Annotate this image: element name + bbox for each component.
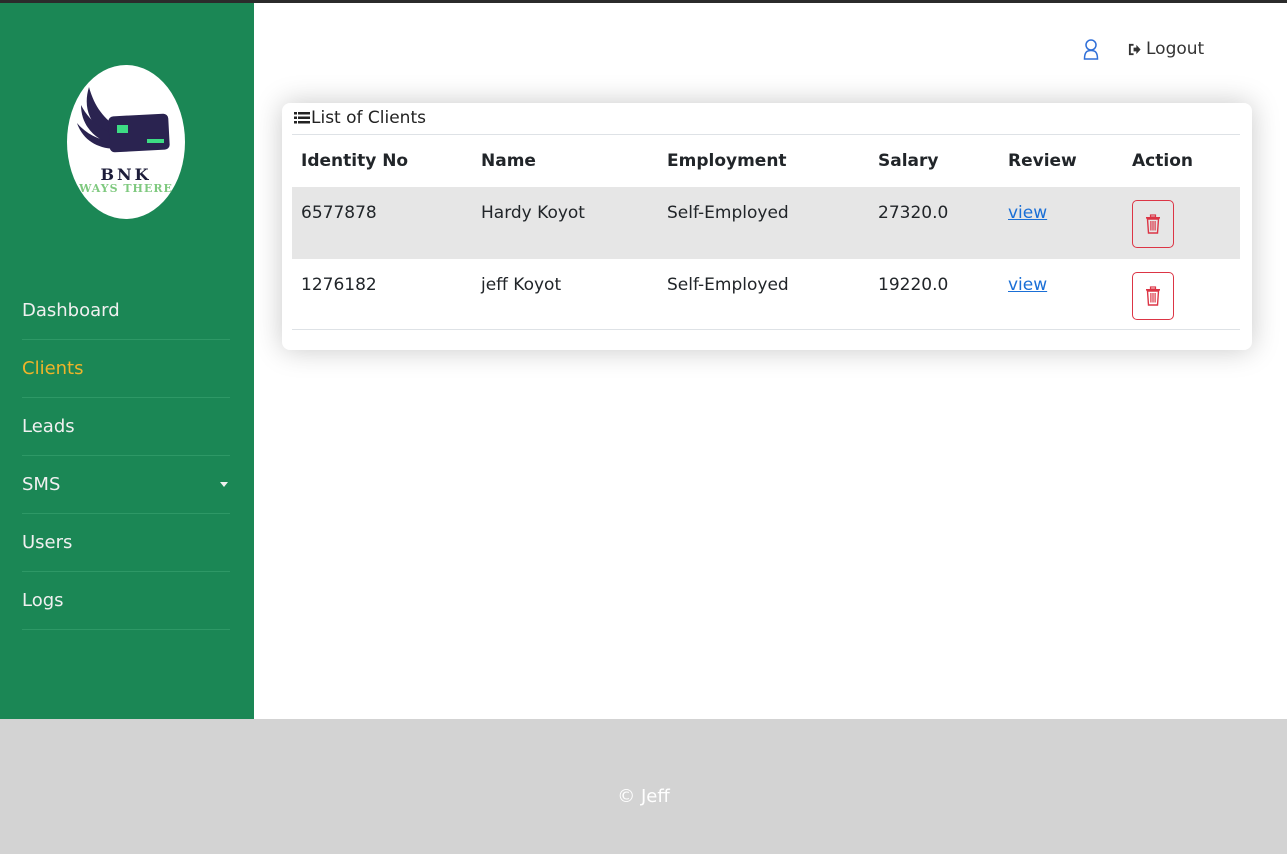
column-header-name: Name [481, 151, 536, 171]
trash-icon [1146, 286, 1160, 306]
card-title: List of Clients [294, 108, 426, 128]
cell-salary: 19220.0 [869, 259, 999, 330]
column-header-review: Review [1008, 151, 1077, 171]
sidebar-item-label: Users [22, 532, 73, 553]
sidebar-item-dashboard[interactable]: Dashboard [22, 282, 230, 340]
cell-employment: Self-Employed [658, 259, 869, 330]
column-header-salary: Salary [878, 151, 939, 171]
column-header-employment: Employment [667, 151, 787, 171]
sidebar-item-label: Clients [22, 358, 84, 379]
column-header-identity-no: Identity No [301, 151, 409, 171]
brand-logo[interactable]: BNK WAYS THERE [67, 65, 185, 219]
table-header-row: Identity No Name Employment Salary Revie… [292, 135, 1240, 187]
cell-employment: Self-Employed [658, 187, 869, 259]
logout-link[interactable]: Logout [1128, 39, 1204, 59]
card-title-text: List of Clients [311, 108, 426, 128]
trash-icon [1146, 214, 1160, 234]
sidebar-item-users[interactable]: Users [22, 514, 230, 572]
footer: © Jeff [0, 719, 1287, 854]
list-icon [294, 112, 310, 124]
table-row: 1276182 jeff Koyot Self-Employed 19220.0… [292, 259, 1240, 330]
sidebar-item-label: Leads [22, 416, 75, 437]
cell-review: view [999, 259, 1123, 330]
logo-tagline: WAYS THERE [79, 182, 173, 195]
cell-identity-no: 1276182 [292, 259, 472, 330]
cell-salary: 27320.0 [869, 187, 999, 259]
sidebar-item-label: SMS [22, 474, 61, 495]
cell-name: jeff Koyot [472, 259, 658, 330]
table-row: 6577878 Hardy Koyot Self-Employed 27320.… [292, 187, 1240, 259]
caret-down-icon [220, 482, 228, 487]
view-link[interactable]: view [1008, 203, 1047, 223]
sidebar-item-sms[interactable]: SMS [22, 456, 230, 514]
cell-action [1123, 259, 1240, 330]
sidebar: BNK WAYS THERE Dashboard Clients Leads S… [0, 3, 254, 719]
footer-copyright: © Jeff [617, 786, 670, 807]
sidebar-item-logs[interactable]: Logs [22, 572, 230, 630]
clients-table: Identity No Name Employment Salary Revie… [292, 135, 1240, 330]
sidebar-nav: Dashboard Clients Leads SMS Users Logs [22, 282, 230, 630]
cell-identity-no: 6577878 [292, 187, 472, 259]
user-icon[interactable] [1083, 38, 1099, 62]
sidebar-item-clients[interactable]: Clients [22, 340, 230, 398]
column-header-action: Action [1132, 151, 1193, 171]
logout-icon [1128, 43, 1141, 55]
sidebar-item-label: Dashboard [22, 300, 120, 321]
delete-button[interactable] [1132, 200, 1174, 248]
sidebar-item-leads[interactable]: Leads [22, 398, 230, 456]
cell-review: view [999, 187, 1123, 259]
delete-button[interactable] [1132, 272, 1174, 320]
view-link[interactable]: view [1008, 275, 1047, 295]
clients-card: List of Clients Identity No Name Employm… [282, 103, 1252, 350]
cell-action [1123, 187, 1240, 259]
card-wing-icon [77, 87, 170, 153]
cell-name: Hardy Koyot [472, 187, 658, 259]
logout-label: Logout [1146, 39, 1205, 59]
sidebar-item-label: Logs [22, 590, 64, 611]
